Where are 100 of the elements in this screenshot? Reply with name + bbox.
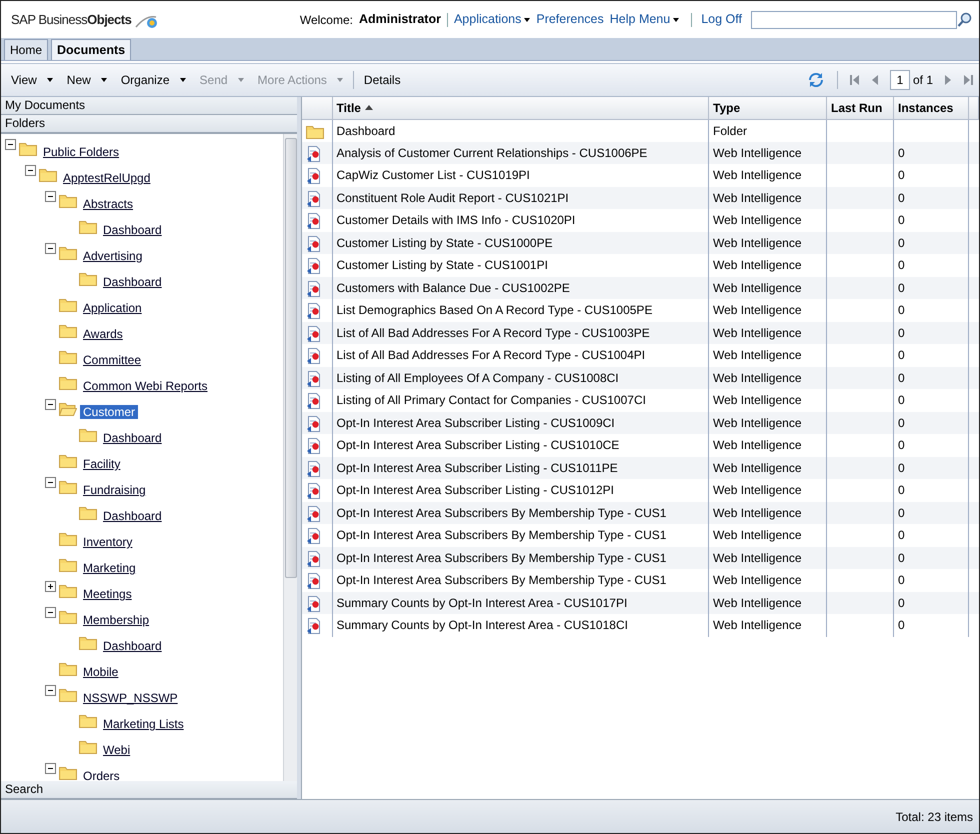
tab[interactable]: Documents — [51, 39, 132, 60]
folder-link[interactable]: Application — [80, 301, 145, 315]
folder-link[interactable]: Inventory — [80, 535, 136, 549]
section-header[interactable]: Search — [1, 781, 297, 799]
toolbar-button[interactable]: New — [62, 71, 111, 89]
column-header[interactable]: Type — [708, 97, 826, 119]
table-cell: Web Intelligence — [708, 276, 826, 299]
collapse-icon[interactable] — [45, 243, 56, 254]
header-link[interactable]: Preferences — [536, 10, 604, 29]
folder-link[interactable]: Dashboard — [100, 639, 165, 653]
table-cell: Web Intelligence — [708, 592, 826, 614]
caret-icon[interactable] — [46, 78, 53, 82]
welcome-label: Welcome: — [300, 12, 353, 28]
caret-icon[interactable] — [180, 78, 186, 82]
table-cell: 0 — [894, 502, 968, 524]
caret-icon[interactable] — [673, 18, 680, 22]
table-cell: Web Intelligence — [708, 546, 826, 569]
table-cell: Web Intelligence — [708, 614, 826, 636]
table-cell: Listing of All Employees Of A Company - CUS1008CI — [332, 366, 708, 389]
section-header[interactable]: My Documents — [1, 97, 297, 115]
folder-link[interactable]: Fundraising — [80, 483, 149, 497]
first-page-icon[interactable] — [850, 75, 859, 85]
report-document-icon — [306, 483, 320, 500]
table-cell: Opt-In Interest Area Subscribers By Membership Type - CUS1 — [332, 502, 708, 524]
header-link[interactable]: Applications — [454, 10, 530, 29]
header-link[interactable]: Log Off — [701, 10, 742, 29]
tab[interactable]: Home — [4, 39, 48, 60]
table-cell: Web Intelligence — [708, 186, 826, 209]
next-page-icon[interactable] — [945, 75, 952, 85]
collapse-icon[interactable] — [45, 191, 56, 202]
folder-link[interactable]: Dashboard — [100, 509, 165, 523]
table-cell: Summary Counts by Opt-In Interest Area - CUS1017PI — [332, 592, 708, 614]
collapse-icon[interactable] — [45, 477, 56, 488]
scrollbar[interactable] — [283, 134, 297, 781]
folder-link[interactable]: Orders — [80, 769, 123, 781]
column-header[interactable]: Last Run — [826, 97, 894, 119]
table-cell: 0 — [894, 592, 968, 614]
folder-icon — [59, 479, 77, 494]
report-document-icon — [306, 168, 320, 184]
toolbar-button[interactable]: Organize — [116, 71, 190, 89]
folder-link[interactable]: Dashboard — [100, 275, 165, 289]
header-link[interactable]: Help Menu — [610, 10, 680, 29]
toolbar-button[interactable]: View — [7, 71, 57, 89]
folder-link[interactable]: Common Webi Reports — [80, 379, 210, 393]
folder-link[interactable]: Mobile — [80, 665, 122, 679]
section-header[interactable]: Folders — [1, 115, 297, 133]
collapse-icon[interactable] — [45, 763, 56, 774]
folder-link[interactable]: Advertising — [80, 249, 146, 263]
folder-link[interactable]: Awards — [80, 327, 126, 341]
folder-link[interactable]: NSSWP_NSSWP — [80, 691, 181, 705]
folder-link[interactable]: Webi — [100, 743, 134, 757]
folder-link[interactable]: Marketing — [80, 561, 139, 575]
folder-icon — [59, 609, 77, 624]
caret-icon[interactable] — [524, 18, 530, 22]
previous-page-icon[interactable] — [870, 75, 878, 85]
collapse-icon[interactable] — [45, 607, 56, 618]
collapse-icon[interactable] — [45, 399, 56, 410]
folder-link[interactable]: Membership — [80, 613, 152, 627]
report-document-icon — [306, 528, 320, 544]
table-cell: List of All Bad Addresses For A Record Type - CUS1003PE — [332, 322, 708, 344]
expand-icon[interactable] — [45, 581, 56, 592]
search-field[interactable] — [751, 10, 957, 28]
report-document-icon — [306, 573, 320, 590]
collapse-icon[interactable] — [25, 165, 36, 176]
table-cell: Analysis of Customer Current Relationships - CUS1006PE — [332, 142, 708, 164]
folder-link[interactable]: Meetings — [80, 587, 135, 601]
search-icon[interactable] — [957, 12, 973, 28]
folder-link[interactable]: Abstracts — [80, 197, 136, 211]
report-document-icon — [306, 618, 320, 634]
page-field[interactable]: 1 — [890, 70, 910, 90]
folder-link[interactable]: ApptestRelUpgd — [60, 171, 154, 185]
table-cell: Web Intelligence — [708, 456, 826, 479]
table-cell: Opt-In Interest Area Subscriber Listing - CUS1011PE — [332, 456, 708, 479]
caret-icon[interactable] — [100, 78, 107, 82]
sort-ascending-icon[interactable] — [364, 104, 373, 110]
folder-icon — [59, 297, 77, 312]
folder-link[interactable]: Dashboard — [100, 431, 165, 445]
table-cell: Opt-In Interest Area Subscribers By Membership Type - CUS1 — [332, 546, 708, 569]
folder-link[interactable]: Committee — [80, 353, 144, 367]
column-header[interactable]: Title — [332, 97, 708, 119]
collapse-icon[interactable] — [45, 685, 56, 696]
report-document-icon — [306, 213, 320, 230]
folder-link[interactable]: Marketing Lists — [100, 717, 187, 731]
folder-icon — [59, 687, 77, 702]
folder-icon — [306, 124, 324, 139]
folder-icon — [59, 245, 77, 260]
column-header[interactable]: Instances — [894, 97, 968, 119]
folder-link[interactable]: Facility — [80, 457, 124, 471]
logo-swirl-icon — [134, 13, 158, 30]
folder-link[interactable]: Dashboard — [100, 223, 165, 237]
table-cell: Customer Listing by State - CUS1000PE — [332, 232, 708, 254]
collapse-icon[interactable] — [5, 139, 16, 150]
toolbar-button[interactable]: Details — [360, 71, 405, 89]
folder-link[interactable]: Customer — [80, 405, 138, 419]
folder-link[interactable]: Public Folders — [40, 145, 122, 159]
folder-icon — [59, 323, 77, 338]
last-page-icon[interactable] — [964, 75, 973, 85]
table-cell: 0 — [894, 366, 968, 389]
folder-icon — [19, 141, 37, 156]
refresh-icon[interactable] — [806, 72, 825, 88]
